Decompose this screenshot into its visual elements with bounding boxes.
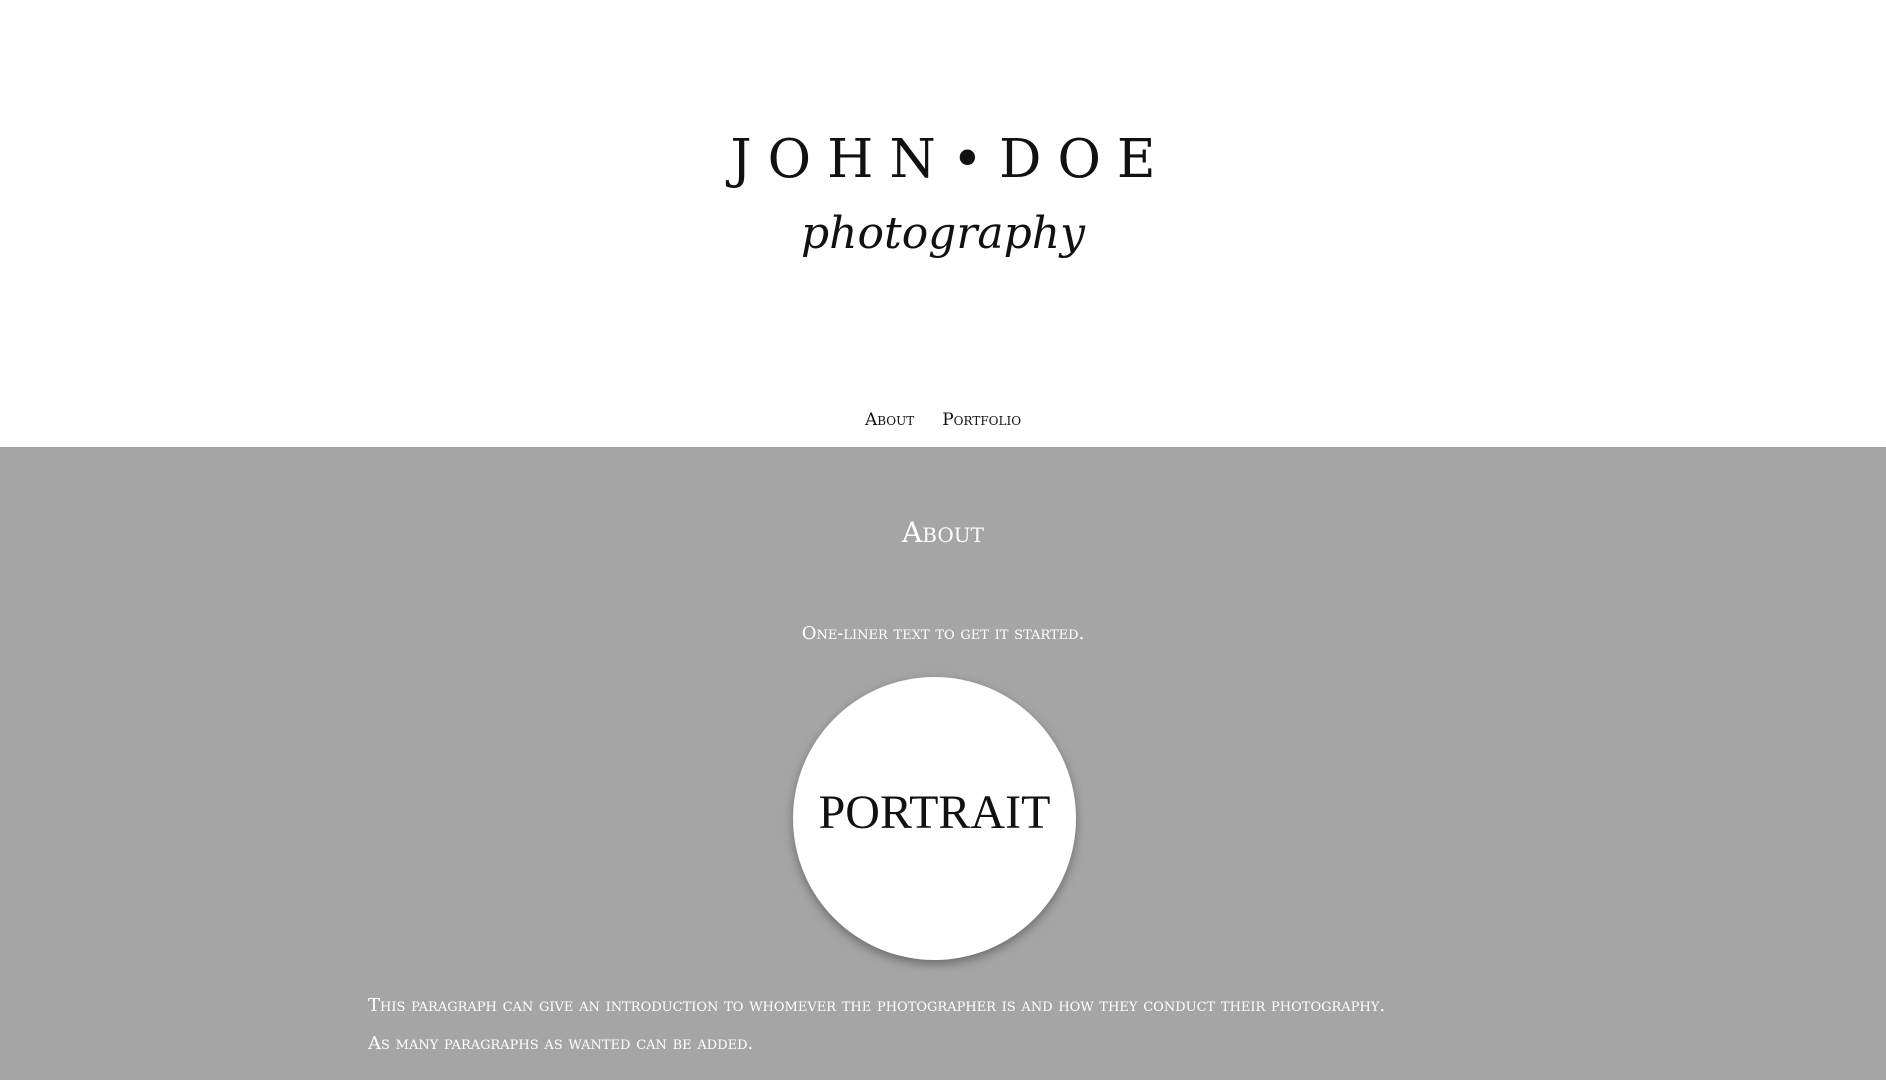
site-header: JOHN•DOE photography About Portfolio <box>0 0 1886 447</box>
about-oneliner: One-liner text to get it started. <box>801 623 1085 644</box>
main-nav: About Portfolio <box>0 406 1886 434</box>
site-logo[interactable]: JOHN•DOE photography <box>0 130 1886 260</box>
about-body: This paragraph can give an introduction … <box>368 987 1568 1063</box>
portrait-image: PORTRAIT <box>793 677 1076 960</box>
nav-item-about[interactable]: About <box>865 406 914 434</box>
portrait-label: PORTRAIT <box>818 786 1051 839</box>
about-paragraph: As many paragraphs as wanted can be adde… <box>368 1033 754 1054</box>
nav-item-portfolio[interactable]: Portfolio <box>942 406 1021 434</box>
about-section: About One-liner text to get it started. … <box>0 447 1886 1080</box>
about-paragraph: This paragraph can give an introduction … <box>368 995 1386 1016</box>
about-heading: About <box>902 516 984 549</box>
logo-name: JOHN•DOE <box>730 129 1172 190</box>
logo-tagline: photography <box>801 208 1085 259</box>
